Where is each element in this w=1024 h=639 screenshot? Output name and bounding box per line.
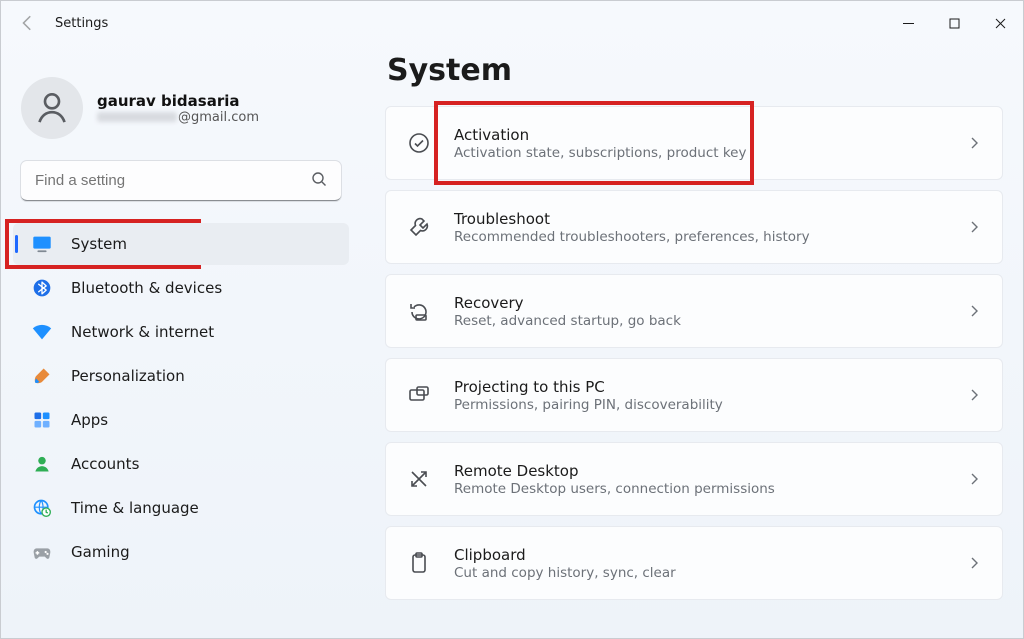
card-title: Projecting to this PC [454,378,723,396]
search-box [21,161,341,201]
card-title: Recovery [454,294,681,312]
chevron-right-icon [968,386,980,405]
search-input[interactable] [21,161,341,201]
window-controls [885,1,1023,45]
card-subtitle: Activation state, subscriptions, product… [454,145,746,161]
card-title: Remote Desktop [454,462,775,480]
card-text: Activation Activation state, subscriptio… [454,126,746,161]
apps-icon [31,409,53,431]
minimize-button[interactable] [885,1,931,45]
check-circle-icon [406,130,432,156]
card-title: Clipboard [454,546,676,564]
avatar [21,77,83,139]
person-icon [31,453,53,475]
sidebar-item-time-language[interactable]: Time & language [13,487,349,529]
card-title: Activation [454,126,746,144]
settings-cards: Activation Activation state, subscriptio… [385,106,1003,600]
clipboard-icon [406,550,432,576]
sidebar-item-label: System [71,235,127,253]
sidebar-item-label: Accounts [71,455,139,473]
back-button[interactable] [19,14,37,32]
chevron-right-icon [968,134,980,153]
card-recovery[interactable]: Recovery Reset, advanced startup, go bac… [385,274,1003,348]
user-card[interactable]: gaurav bidasaria @gmail.com [13,53,349,157]
system-icon [31,233,53,255]
remote-arrow-icon [406,466,432,492]
titlebar: Settings [1,1,1023,45]
sidebar-item-apps[interactable]: Apps [13,399,349,441]
chevron-right-icon [968,218,980,237]
chevron-right-icon [968,554,980,573]
card-text: Clipboard Cut and copy history, sync, cl… [454,546,676,581]
globe-clock-icon [31,497,53,519]
chevron-right-icon [968,302,980,321]
gamepad-icon [31,541,53,563]
bluetooth-icon [31,277,53,299]
card-subtitle: Cut and copy history, sync, clear [454,565,676,581]
card-text: Projecting to this PC Permissions, pairi… [454,378,723,413]
wrench-icon [406,214,432,240]
sidebar-item-accounts[interactable]: Accounts [13,443,349,485]
sidebar-item-label: Bluetooth & devices [71,279,222,297]
sidebar-item-bluetooth[interactable]: Bluetooth & devices [13,267,349,309]
card-activation[interactable]: Activation Activation state, subscriptio… [385,106,1003,180]
close-button[interactable] [977,1,1023,45]
card-projecting[interactable]: Projecting to this PC Permissions, pairi… [385,358,1003,432]
main-panel: System Activation Activation state, subs… [361,45,1023,638]
card-clipboard[interactable]: Clipboard Cut and copy history, sync, cl… [385,526,1003,600]
project-icon [406,382,432,408]
page-title: System [387,53,1003,88]
sidebar: gaurav bidasaria @gmail.com System [1,45,361,638]
sidebar-item-personalization[interactable]: Personalization [13,355,349,397]
sidebar-item-label: Gaming [71,543,130,561]
card-subtitle: Reset, advanced startup, go back [454,313,681,329]
chevron-right-icon [968,470,980,489]
recovery-icon [406,298,432,324]
user-email: @gmail.com [97,110,259,125]
user-text: gaurav bidasaria @gmail.com [97,92,259,125]
brush-icon [31,365,53,387]
settings-window: Settings gaurav bidasaria @gmail.com [0,0,1024,639]
sidebar-nav: System Bluetooth & devices Network & int… [13,223,349,573]
sidebar-item-label: Network & internet [71,323,214,341]
card-subtitle: Permissions, pairing PIN, discoverabilit… [454,397,723,413]
card-text: Remote Desktop Remote Desktop users, con… [454,462,775,497]
wifi-icon [31,321,53,343]
card-text: Troubleshoot Recommended troubleshooters… [454,210,810,245]
sidebar-item-network[interactable]: Network & internet [13,311,349,353]
card-subtitle: Recommended troubleshooters, preferences… [454,229,810,245]
card-text: Recovery Reset, advanced startup, go bac… [454,294,681,329]
sidebar-item-system[interactable]: System [13,223,349,265]
card-troubleshoot[interactable]: Troubleshoot Recommended troubleshooters… [385,190,1003,264]
maximize-button[interactable] [931,1,977,45]
search-icon [311,171,327,191]
card-title: Troubleshoot [454,210,810,228]
user-name: gaurav bidasaria [97,92,259,110]
window-title: Settings [55,16,108,31]
card-subtitle: Remote Desktop users, connection permiss… [454,481,775,497]
card-remote-desktop[interactable]: Remote Desktop Remote Desktop users, con… [385,442,1003,516]
sidebar-item-label: Personalization [71,367,185,385]
sidebar-item-label: Apps [71,411,108,429]
sidebar-item-gaming[interactable]: Gaming [13,531,349,573]
sidebar-item-label: Time & language [71,499,199,517]
